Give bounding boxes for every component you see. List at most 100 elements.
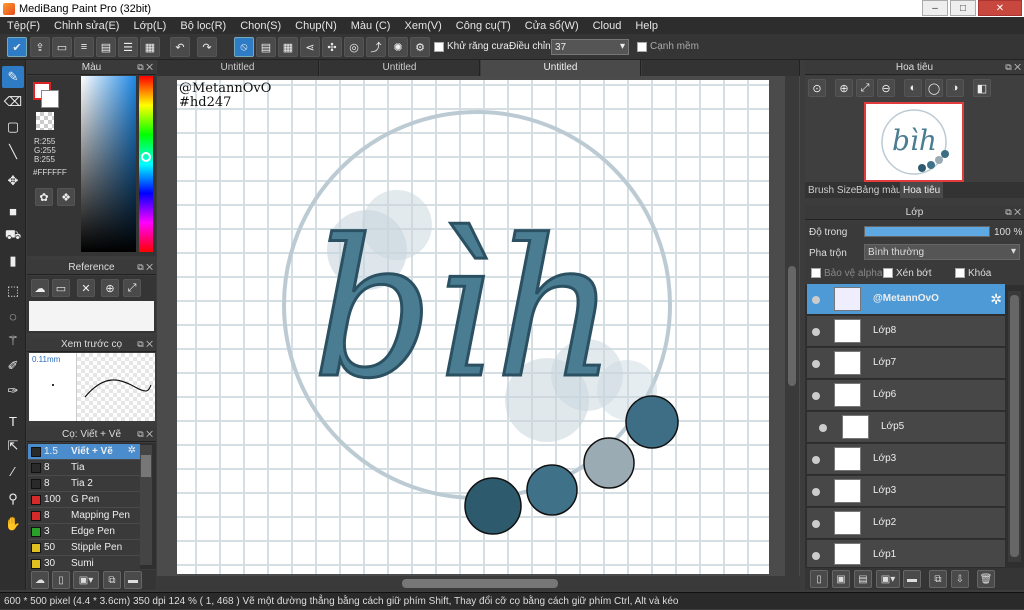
rotate-right-icon[interactable]: ◑: [946, 79, 964, 97]
eraser-tool-icon[interactable]: ⌫: [2, 91, 24, 113]
brush-item[interactable]: 3 Edge Pen: [28, 524, 140, 540]
zoom-fit-icon[interactable]: ⊙: [808, 79, 826, 97]
visibility-icon[interactable]: [812, 552, 820, 560]
layer-row[interactable]: Lớp6: [807, 380, 1005, 411]
brush-folder-icon[interactable]: ▬: [124, 571, 142, 589]
menu-select[interactable]: Chọn(S): [233, 20, 288, 32]
brush-item[interactable]: 1.5 Viết + Vẽ ✲: [28, 444, 140, 460]
rectangle-tool-icon[interactable]: ▢: [2, 116, 24, 138]
adjust-select[interactable]: 37 ▾: [551, 39, 629, 55]
undo-button[interactable]: ↶: [170, 37, 190, 57]
new-color-layer-icon[interactable]: ▣: [832, 570, 850, 588]
brush-item[interactable]: 50 Stipple Pen: [28, 540, 140, 556]
snap-grid-icon[interactable]: ▦: [278, 37, 298, 57]
select-pen-icon[interactable]: ✐: [2, 355, 24, 377]
tab-palette[interactable]: Bảng màu: [856, 185, 902, 196]
cloud-icon[interactable]: ✔: [7, 37, 27, 57]
visibility-icon[interactable]: [812, 328, 820, 336]
new-halftone-layer-icon[interactable]: ▤: [854, 570, 872, 588]
protect-alpha-checkbox[interactable]: [811, 268, 821, 278]
layer-row[interactable]: Lớp5: [807, 412, 1005, 443]
minimize-button[interactable]: –: [922, 0, 948, 16]
hue-handle[interactable]: [141, 152, 151, 162]
canvas-hscrollbar[interactable]: [157, 576, 800, 591]
panel-close-icon[interactable]: ⧉ ✕: [137, 337, 153, 352]
blend-select[interactable]: Bình thường ▾: [864, 244, 1020, 260]
merge-layer-icon[interactable]: ⇩: [951, 570, 969, 588]
flip-icon[interactable]: ◧: [973, 79, 991, 97]
panel-close-icon[interactable]: ⧉ ✕: [1005, 60, 1021, 75]
menu-tools[interactable]: Công cụ(T): [449, 20, 518, 32]
lasso-tool-icon[interactable]: ◌: [2, 305, 24, 327]
snap-radial-icon[interactable]: ⋖: [300, 37, 320, 57]
visibility-icon[interactable]: [812, 392, 820, 400]
panel-close-icon[interactable]: ⧉ ✕: [137, 60, 153, 75]
gear-icon[interactable]: ✲: [990, 291, 1002, 308]
document-icon[interactable]: ▤: [96, 37, 116, 57]
chat-icon[interactable]: ≡: [74, 37, 94, 57]
menu-capture[interactable]: Chụp(N): [288, 20, 344, 32]
opacity-slider[interactable]: [864, 226, 990, 237]
snap-off-icon[interactable]: ⦸: [234, 37, 254, 57]
menu-layer[interactable]: Lớp(L): [126, 20, 173, 32]
reference-cloud-icon[interactable]: ☁: [31, 279, 49, 297]
zoom-actual-icon[interactable]: ⤢: [856, 79, 874, 97]
menu-filter[interactable]: Bộ lọc(R): [173, 20, 233, 32]
brush-item[interactable]: 8 Tia 2: [28, 476, 140, 492]
export-icon[interactable]: ⇪: [30, 37, 50, 57]
panel-close-icon[interactable]: ⧉ ✕: [1005, 205, 1021, 220]
gear-icon[interactable]: ✲: [128, 445, 136, 456]
visibility-icon[interactable]: [812, 456, 820, 464]
menu-color[interactable]: Màu (C): [344, 20, 398, 32]
text-tool-icon[interactable]: T: [2, 410, 24, 432]
close-window-button[interactable]: ✕: [978, 0, 1022, 16]
layer-folder-icon[interactable]: ▬: [903, 570, 921, 588]
canvas-vscrollbar[interactable]: [785, 76, 799, 576]
divide-tool-icon[interactable]: ⁄: [2, 460, 24, 482]
select-rect-icon[interactable]: ⬚: [2, 280, 24, 302]
color-history-icon[interactable]: ❖: [57, 188, 75, 206]
canvas-area[interactable]: @MetannOvO #hd247 bìh: [157, 76, 800, 576]
new-brush-icon[interactable]: ▯: [52, 571, 70, 589]
layer-row[interactable]: Lớp1: [807, 540, 1005, 568]
menu-file[interactable]: Tệp(F): [0, 20, 47, 32]
new-layer-icon[interactable]: ▯: [810, 570, 828, 588]
menu-help[interactable]: Help: [628, 20, 665, 32]
layer-row[interactable]: Lớp2: [807, 508, 1005, 539]
comment-icon[interactable]: ▭: [52, 37, 72, 57]
add-layer-menu-icon[interactable]: ▣▾: [876, 570, 900, 588]
snap-perspective-icon[interactable]: ✺: [388, 37, 408, 57]
tab-untitled-1[interactable]: Untitled: [157, 60, 319, 76]
menu-window[interactable]: Cửa sổ(W): [518, 20, 586, 32]
hand-tool-icon[interactable]: ✋: [2, 513, 24, 535]
hue-slider[interactable]: [139, 76, 153, 252]
transparent-swatch[interactable]: [36, 112, 54, 130]
lock-checkbox[interactable]: [955, 268, 965, 278]
zoom-in-icon[interactable]: ⊕: [835, 79, 853, 97]
layer-row[interactable]: Lớp3: [807, 444, 1005, 475]
reference-close-icon[interactable]: ✕: [77, 279, 95, 297]
open-folder-icon[interactable]: ▭: [52, 279, 70, 297]
fill-rect-tool-icon[interactable]: ■: [2, 200, 24, 222]
brush-item[interactable]: 100 G Pen: [28, 492, 140, 508]
brush-list-scrollbar[interactable]: [140, 445, 152, 565]
secondary-color-swatch[interactable]: [41, 90, 59, 108]
visibility-icon[interactable]: [812, 296, 820, 304]
zoom-in-icon[interactable]: ⊕: [101, 279, 119, 297]
operation-tool-icon[interactable]: ⇱: [2, 435, 24, 457]
layer-row[interactable]: Lớp3: [807, 476, 1005, 507]
snap-circle-icon[interactable]: ◎: [344, 37, 364, 57]
maximize-button[interactable]: □: [950, 0, 976, 16]
palette-icon[interactable]: ✿: [35, 188, 53, 206]
snap-cross-icon[interactable]: ✣: [322, 37, 342, 57]
delete-layer-icon[interactable]: 🗑: [977, 570, 995, 588]
brush-tool-icon[interactable]: ✎: [2, 66, 24, 88]
soft-edge-checkbox[interactable]: [637, 42, 647, 52]
tab-untitled-3[interactable]: Untitled: [481, 60, 641, 76]
fit-icon[interactable]: ⤢: [123, 279, 141, 297]
panel-close-icon[interactable]: ⧉ ✕: [137, 427, 153, 442]
visibility-icon[interactable]: [812, 360, 820, 368]
eyedropper-tool-icon[interactable]: ⚲: [2, 488, 24, 510]
antialias-checkbox[interactable]: [434, 42, 444, 52]
rotate-left-icon[interactable]: ◐: [904, 79, 922, 97]
